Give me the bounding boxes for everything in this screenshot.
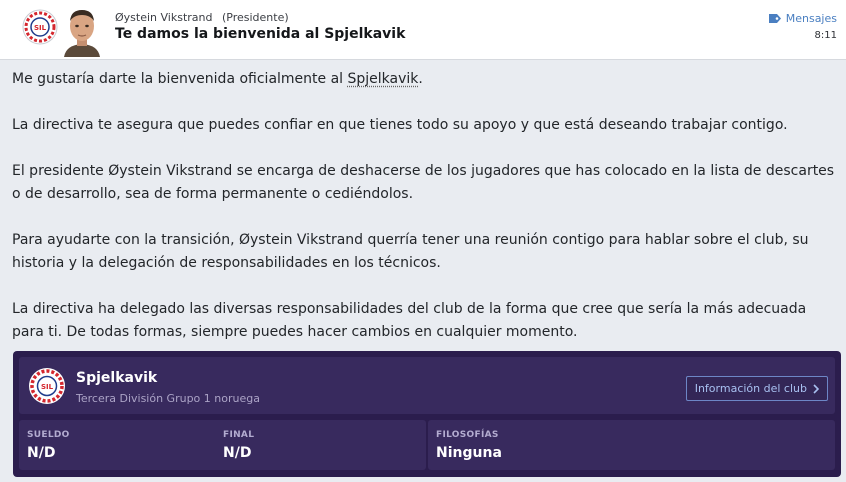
chevron-right-icon <box>813 383 819 394</box>
club-info-button-label: Información del club <box>694 382 807 395</box>
svg-text:SIL: SIL <box>41 383 54 391</box>
message-header: SIL Øystein Vikstrand (Presidente) Te da… <box>0 0 846 60</box>
message-subject: Te damos la bienvenida al Spjelkavik <box>115 26 406 42</box>
folder-label: Mensajes <box>785 12 837 25</box>
club-info-button[interactable]: Información del club <box>685 376 828 401</box>
stat-value-end: N/D <box>223 445 252 461</box>
club-crest-icon: SIL <box>22 9 58 45</box>
stat-label-end: FINAL <box>223 430 255 440</box>
sender-line: Øystein Vikstrand (Presidente) <box>115 11 289 24</box>
paragraph-support: La directiva te asegura que puedes confi… <box>12 117 788 133</box>
message-time: 8:11 <box>814 30 837 41</box>
club-league[interactable]: Tercera División Grupo 1 noruega <box>76 392 260 405</box>
message-body: Me gustaría darte la bienvenida oficialm… <box>12 68 842 367</box>
paragraph-welcome: Me gustaría darte la bienvenida oficialm… <box>12 68 842 91</box>
tag-icon <box>768 14 781 23</box>
paragraph-transfer-list: El presidente Øystein Vikstrand se encar… <box>12 163 835 202</box>
club-card: SIL Spjelkavik Tercera División Grupo 1 … <box>13 351 841 477</box>
club-link[interactable]: Spjelkavik <box>348 71 419 87</box>
paragraph-text: . <box>418 71 423 87</box>
sender-role: (Presidente) <box>221 11 289 24</box>
stat-label-philosophies: FILOSOFÍAS <box>436 430 499 440</box>
stat-value-salary: N/D <box>27 445 56 461</box>
paragraph-responsibilities: La directiva ha delegado las diversas re… <box>12 301 807 340</box>
inbox-folder-link[interactable]: Mensajes <box>768 12 837 25</box>
paragraph-text: Me gustaría darte la bienvenida oficialm… <box>12 71 348 87</box>
club-card-header: SIL Spjelkavik Tercera División Grupo 1 … <box>19 357 835 414</box>
stat-panel-philosophies: FILOSOFÍAS Ninguna <box>428 420 835 470</box>
club-name[interactable]: Spjelkavik <box>76 370 157 386</box>
stat-label-salary: SUELDO <box>27 430 70 440</box>
stat-value-philosophies: Ninguna <box>436 445 502 461</box>
paragraph-meeting: Para ayudarte con la transición, Øystein… <box>12 232 809 271</box>
svg-text:SIL: SIL <box>34 24 47 32</box>
club-crest-icon: SIL <box>29 368 65 404</box>
stat-panel-contract: SUELDO N/D FINAL N/D <box>19 420 426 470</box>
sender-name[interactable]: Øystein Vikstrand <box>115 11 212 24</box>
sender-avatar[interactable] <box>60 5 104 57</box>
